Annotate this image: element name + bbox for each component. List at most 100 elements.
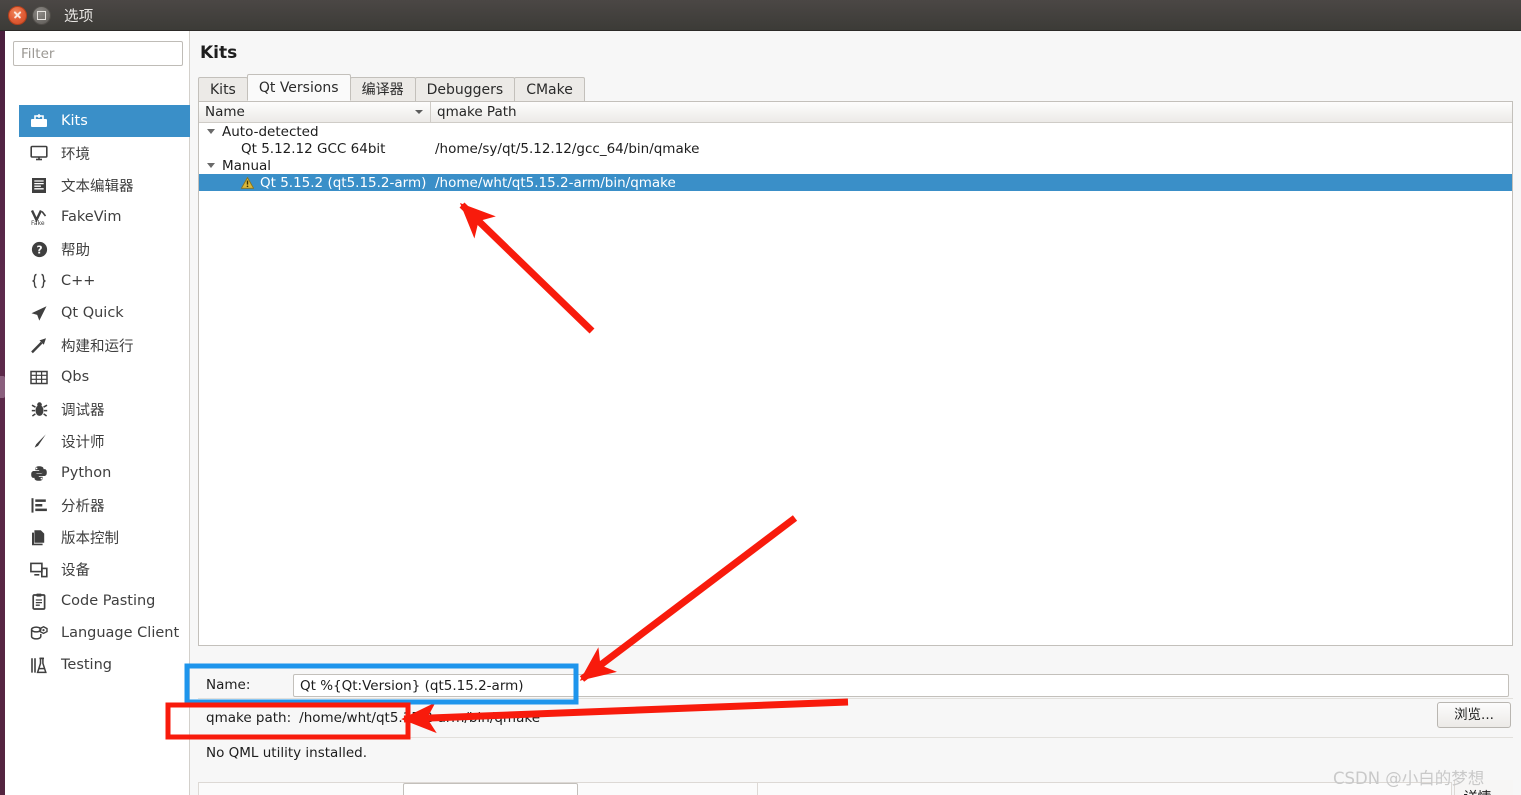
chevron-down-icon — [415, 110, 423, 114]
sidebar-item-label: Qt Quick — [61, 305, 124, 321]
devices-icon — [28, 559, 50, 579]
svg-text:?: ? — [36, 244, 42, 256]
sidebar-item-[interactable]: 设计师 — [19, 425, 190, 457]
sidebar-item-label: Testing — [61, 657, 112, 673]
table-row[interactable]: Qt 5.12.12 GCC 64bit/home/sy/qt/5.12.12/… — [199, 140, 1512, 157]
cell-name: Qt 5.12.12 GCC 64bit — [199, 141, 431, 157]
sidebar-item-[interactable]: 构建和运行 — [19, 329, 190, 361]
maximize-icon[interactable] — [32, 5, 51, 25]
sidebar-item-[interactable]: 调试器 — [19, 393, 190, 425]
name-field[interactable] — [293, 674, 1509, 697]
bug-icon — [28, 399, 50, 419]
sidebar-item-label: 帮助 — [61, 242, 90, 259]
name-row: Name: — [198, 672, 1513, 698]
analyzer-icon — [28, 495, 50, 515]
cell-name-text: Qt 5.15.2 (qt5.15.2-arm) — [260, 174, 427, 191]
sidebar-item-label: 设备 — [61, 562, 90, 579]
browse-button[interactable]: 浏览... — [1437, 702, 1511, 728]
page-title: Kits — [200, 43, 238, 63]
column-header-name-label: Name — [205, 104, 245, 120]
cell-qmake-path: /home/sy/qt/5.12.12/gcc_64/bin/qmake — [435, 140, 700, 157]
fakevim-icon: Fake — [28, 207, 50, 227]
cell-name: Manual — [199, 158, 431, 174]
qmake-path-label: qmake path: — [206, 710, 292, 726]
svg-text:Fake: Fake — [31, 220, 45, 226]
sidebar: Kits 环境文本编辑器 Fake FakeVim? 帮助 C++ Qt Quick 构建和运… — [5, 31, 190, 795]
sidebar-item-qt-quick[interactable]: Qt Quick — [19, 297, 190, 329]
sidebar-item-kits[interactable]: Kits — [19, 105, 190, 137]
sidebar-item-[interactable]: 文本编辑器 — [19, 169, 190, 201]
sidebar-item-label: 文本编辑器 — [61, 178, 134, 195]
chevron-down-icon[interactable] — [207, 163, 215, 168]
qtquick-icon — [28, 303, 50, 323]
sidebar-item-[interactable]: 设备 — [19, 553, 190, 585]
clipboard-icon — [28, 591, 50, 611]
sidebar-item-code-pasting[interactable]: Code Pasting — [19, 585, 190, 617]
kits-icon — [28, 111, 50, 131]
sidebar-item-label: Qbs — [61, 369, 90, 385]
sidebar-item-[interactable]: 分析器 — [19, 489, 190, 521]
pen-icon — [28, 431, 50, 451]
sidebar-item-label: 分析器 — [61, 498, 105, 515]
sidebar-item-language-client[interactable]: Language Client — [19, 617, 190, 649]
sidebar-item-label: 设计师 — [61, 434, 105, 451]
sidebar-item-[interactable]: 版本控制 — [19, 521, 190, 553]
testing-icon — [28, 655, 50, 675]
cell-name-text: Manual — [222, 157, 272, 174]
language-client-icon — [28, 623, 50, 643]
sidebar-item-qbs[interactable]: Qbs — [19, 361, 190, 393]
hammer-icon — [28, 335, 50, 355]
sidebar-item-label: Code Pasting — [61, 593, 156, 609]
filter-field-wrapper — [13, 41, 183, 66]
sidebar-item-label: C++ — [61, 273, 96, 289]
cell-name: Qt 5.15.2 (qt5.15.2-arm) — [199, 175, 431, 191]
sidebar-item-fakevim[interactable]: Fake FakeVim — [19, 201, 190, 233]
sidebar-item-label: Language Client — [61, 625, 180, 641]
tab-cmake[interactable]: CMake — [514, 77, 585, 101]
monitor-icon — [28, 143, 50, 163]
column-header-qmake-path[interactable]: qmake Path — [431, 104, 517, 120]
table-header: Name qmake Path — [199, 102, 1512, 123]
column-header-name[interactable]: Name — [199, 102, 431, 122]
qml-status-text: No QML utility installed. — [206, 745, 367, 761]
search-input[interactable] — [13, 41, 183, 66]
table-row[interactable]: Qt 5.15.2 (qt5.15.2-arm) /home/wht/qt5.15… — [199, 174, 1512, 191]
sidebar-item-label: 环境 — [61, 146, 90, 163]
chevron-down-icon[interactable] — [207, 129, 215, 134]
qml-status-row: No QML utility installed. — [198, 737, 1513, 768]
warning-icon — [241, 176, 254, 189]
braces-icon — [28, 271, 50, 291]
tab-[interactable]: 编译器 — [349, 77, 416, 101]
sidebar-item-label: 构建和运行 — [61, 338, 134, 355]
window-title: 选项 — [64, 8, 94, 25]
title-bar: 选项 — [0, 0, 1521, 31]
table-row[interactable]: Manual — [199, 157, 1512, 174]
qmake-path-value: /home/wht/qt5.15.2-arm/bin/qmake — [299, 710, 540, 726]
sidebar-nav: Kits 环境 文本编辑器 Fake FakeVim? 帮助 C++ Qt Quick 构建和运… — [19, 105, 190, 681]
qt-versions-table: Name qmake Path Auto-detected Qt 5.12.12 … — [198, 101, 1513, 646]
qmake-path-row: qmake path: /home/wht/qt5.15.2-arm/bin/q… — [198, 698, 1513, 737]
text-editor-icon — [28, 175, 50, 195]
sidebar-item-label: Kits — [61, 113, 88, 129]
help-icon: ? — [28, 239, 50, 259]
sidebar-item-label: FakeVim — [61, 209, 122, 225]
python-icon — [28, 463, 50, 483]
tab-bar: Kits Qt Versions 编译器 Debuggers CMake — [198, 74, 1513, 102]
cell-name-text: Qt 5.12.12 GCC 64bit — [241, 140, 386, 157]
tab-debuggers[interactable]: Debuggers — [414, 77, 516, 101]
close-icon[interactable] — [8, 5, 27, 25]
tab-qt-versions[interactable]: Qt Versions — [246, 74, 351, 101]
cell-qmake-path: /home/wht/qt5.15.2-arm/bin/qmake — [435, 174, 676, 191]
sidebar-item-testing[interactable]: Testing — [19, 649, 190, 681]
table-row[interactable]: Auto-detected — [199, 123, 1512, 140]
sidebar-item-[interactable]: 环境 — [19, 137, 190, 169]
version-control-icon — [28, 527, 50, 547]
tab-kits[interactable]: Kits — [198, 77, 248, 101]
sidebar-item-c[interactable]: C++ — [19, 265, 190, 297]
sidebar-item-[interactable]: ? 帮助 — [19, 233, 190, 265]
cell-name-text: Auto-detected — [222, 123, 319, 140]
bottom-cut-row — [198, 782, 1398, 795]
sidebar-item-python[interactable]: Python — [19, 457, 190, 489]
name-label: Name: — [206, 677, 251, 693]
options-dialog: 选项 Kits 环境文本编辑器 Fake FakeVim? 帮助 C++ Qt Quick 构… — [0, 0, 1521, 795]
